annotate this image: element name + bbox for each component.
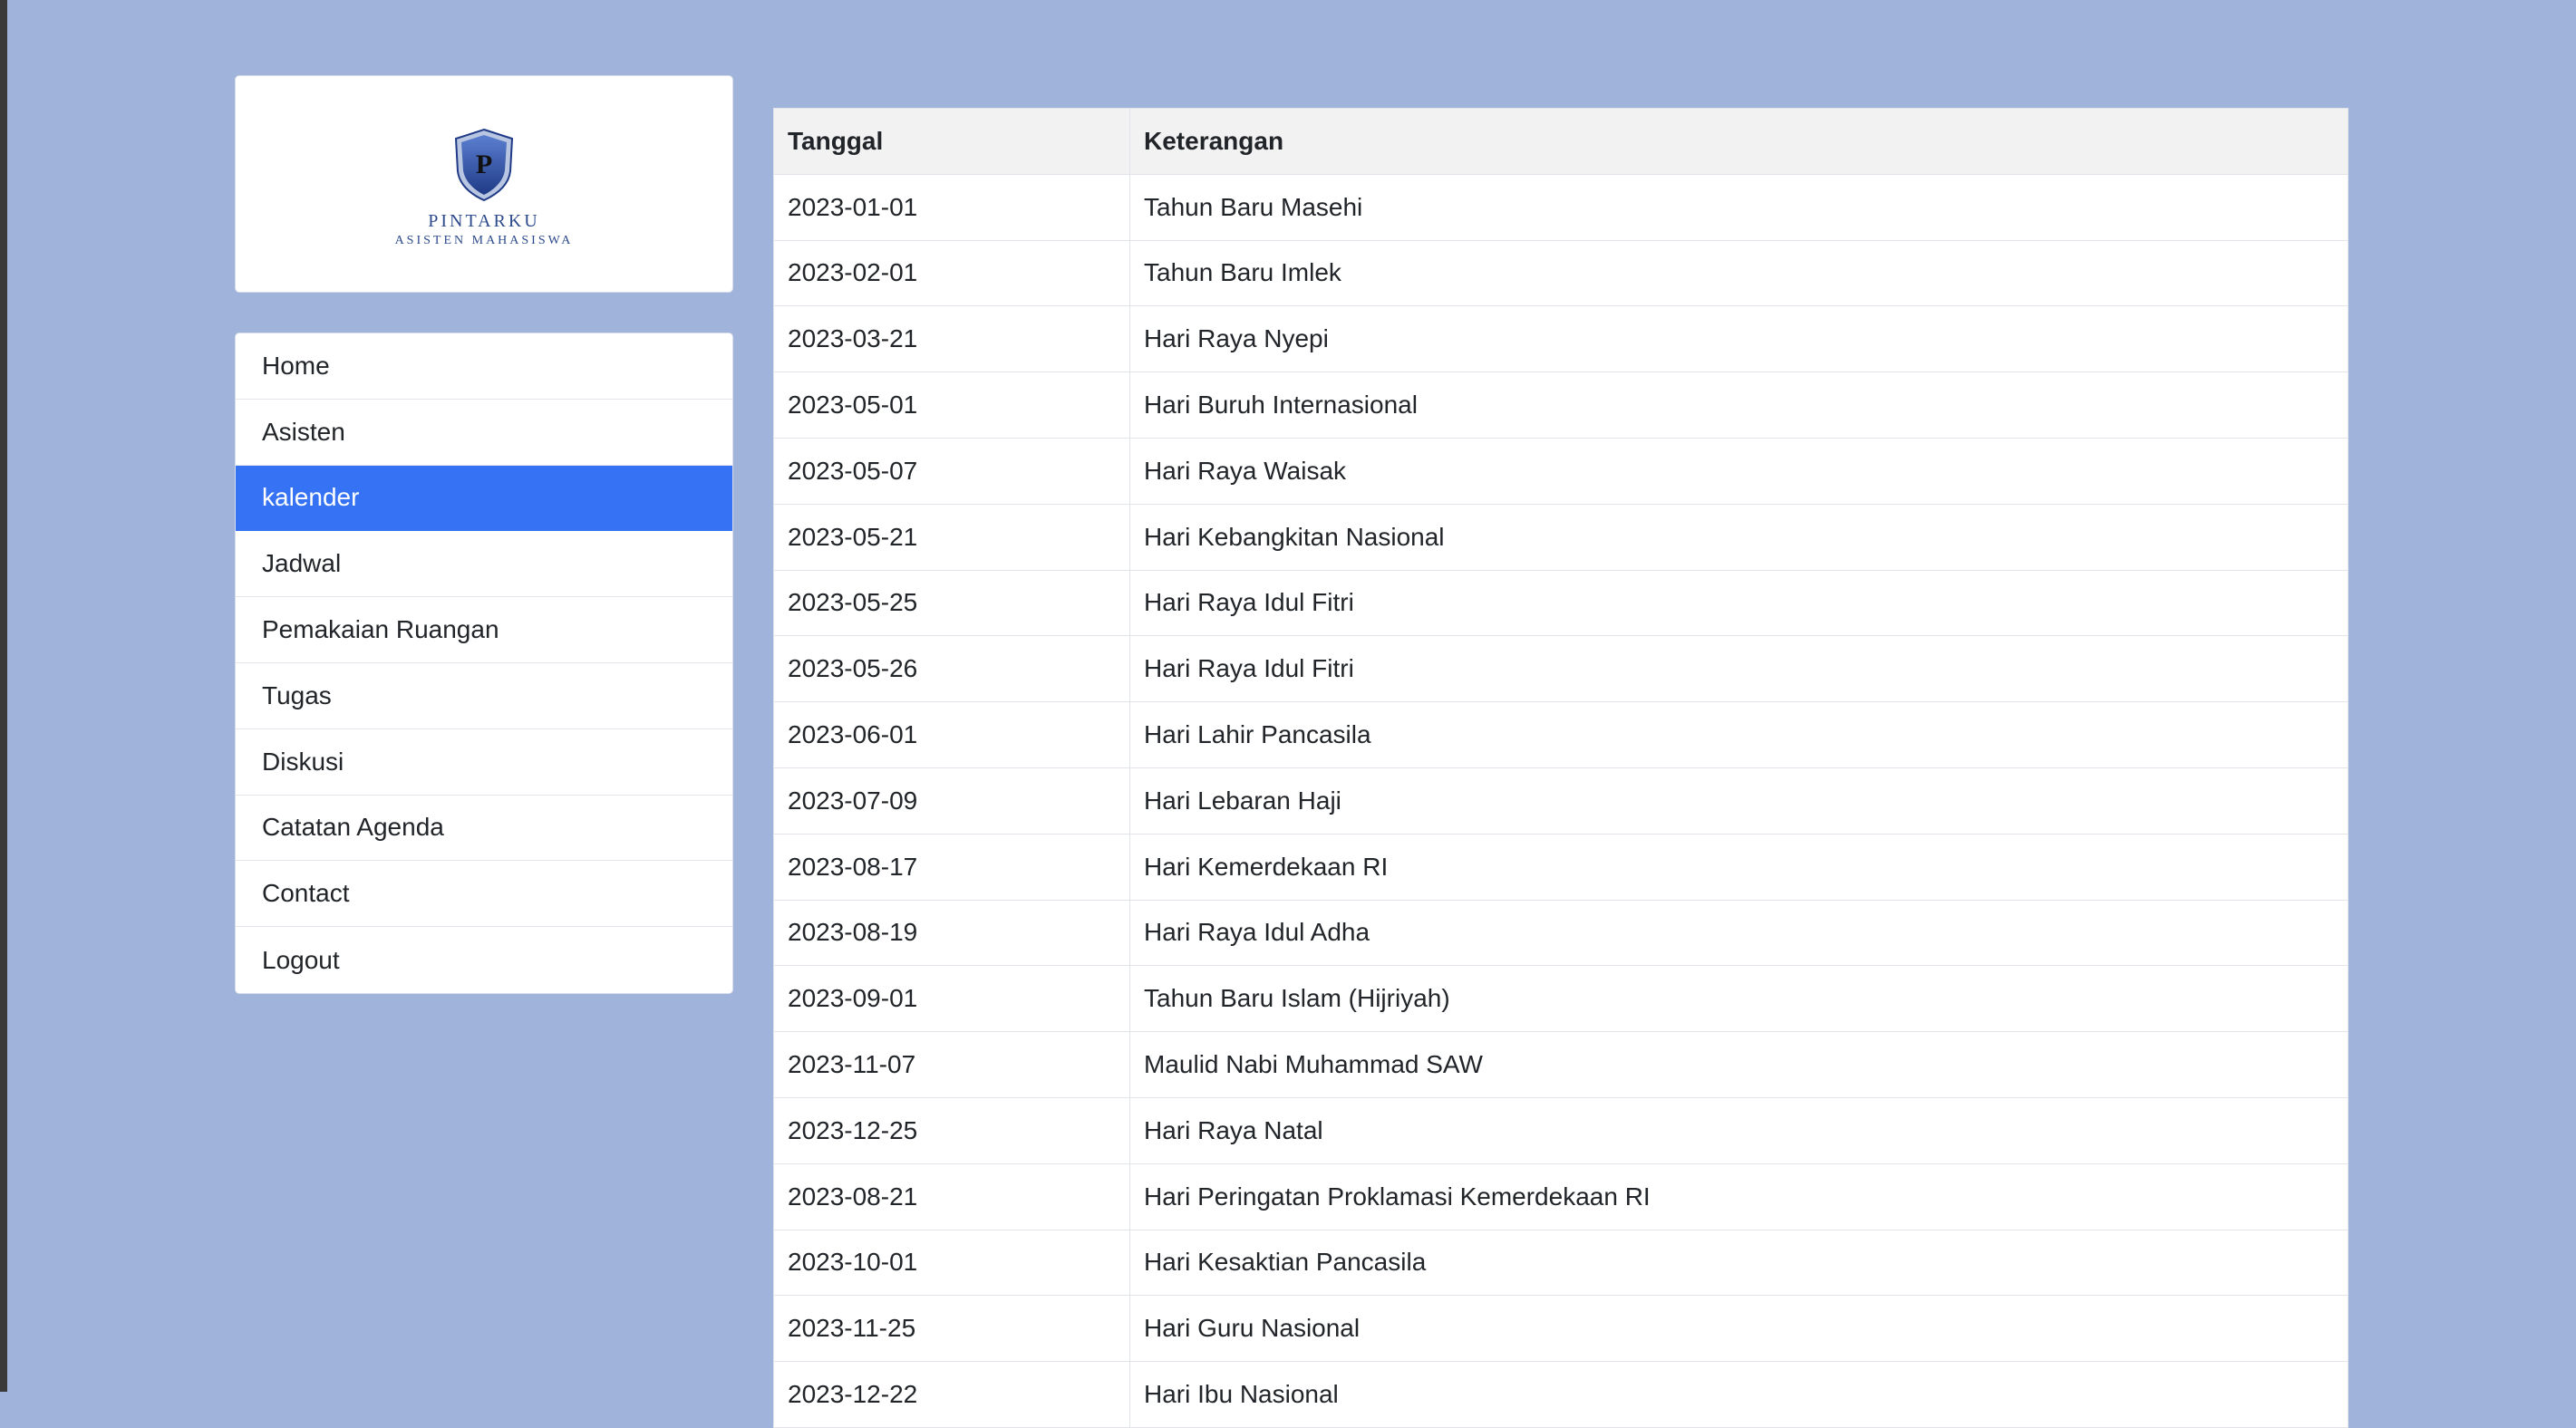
table-row: 2023-05-25 Hari Raya Idul Fitri <box>773 569 2348 637</box>
cell-description: Maulid Nabi Muhammad SAW <box>1129 1031 2348 1098</box>
sidebar-item-pemakaian-ruangan[interactable]: Pemakaian Ruangan <box>236 597 732 663</box>
cell-date: 2023-11-25 <box>773 1295 1130 1363</box>
sidebar-item-home[interactable]: Home <box>236 333 732 400</box>
table-row: 2023-07-09 Hari Lebaran Haji <box>773 767 2348 835</box>
brand-name: PINTARKU <box>428 210 540 231</box>
cell-description: Hari Raya Waisak <box>1129 437 2348 505</box>
cell-date: 2023-05-07 <box>773 437 1130 505</box>
cell-date: 2023-09-01 <box>773 965 1130 1033</box>
table-row: 2023-11-07 Maulid Nabi Muhammad SAW <box>773 1031 2348 1098</box>
logo-initial: P <box>476 150 492 179</box>
cell-description: Tahun Baru Islam (Hijriyah) <box>1129 965 2348 1033</box>
cell-description: Hari Raya Nyepi <box>1129 305 2348 373</box>
table-row: 2023-06-01 Hari Lahir Pancasila <box>773 701 2348 768</box>
cell-description: Hari Raya Natal <box>1129 1096 2348 1164</box>
cell-date: 2023-06-01 <box>773 701 1130 768</box>
table-row: 2023-11-25 Hari Guru Nasional <box>773 1295 2348 1363</box>
table-row: 2023-08-21 Hari Peringatan Proklamasi Kem… <box>773 1163 2348 1230</box>
table-row: 2023-03-21 Hari Raya Nyepi <box>773 305 2348 373</box>
sidebar-item-diskusi[interactable]: Diskusi <box>236 728 732 796</box>
table-row: 2023-09-01 Tahun Baru Islam (Hijriyah) <box>773 965 2348 1033</box>
calendar-table-container: Tanggal Keterangan 2023-01-01 Tahun Baru … <box>773 108 2348 1428</box>
cell-description: Hari Kemerdekaan RI <box>1129 833 2348 901</box>
cell-date: 2023-05-21 <box>773 503 1130 571</box>
logo-card: P PINTARKU ASISTEN MAHASISWA <box>235 75 733 293</box>
cell-date: 2023-01-01 <box>773 173 1130 241</box>
table-row: 2023-08-17 Hari Kemerdekaan RI <box>773 833 2348 901</box>
table-row: 2023-01-01 Tahun Baru Masehi <box>773 173 2348 241</box>
cell-description: Hari Lebaran Haji <box>1129 767 2348 835</box>
cell-description: Hari Raya Idul Fitri <box>1129 635 2348 703</box>
cell-description: Hari Lahir Pancasila <box>1129 701 2348 768</box>
table-row: 2023-05-01 Hari Buruh Internasional <box>773 371 2348 439</box>
window-left-edge <box>0 0 7 1392</box>
cell-description: Hari Buruh Internasional <box>1129 371 2348 439</box>
cell-description: Hari Ibu Nasional <box>1129 1361 2348 1428</box>
sidebar: P PINTARKU ASISTEN MAHASISWA Home Asisten… <box>235 75 733 994</box>
column-header-keterangan: Keterangan <box>1129 108 2348 175</box>
cell-description: Hari Kebangkitan Nasional <box>1129 503 2348 571</box>
cell-date: 2023-05-01 <box>773 371 1130 439</box>
cell-description: Tahun Baru Masehi <box>1129 173 2348 241</box>
cell-description: Hari Raya Idul Fitri <box>1129 569 2348 637</box>
sidebar-item-jadwal[interactable]: Jadwal <box>236 531 732 598</box>
sidebar-item-contact[interactable]: Contact <box>236 861 732 928</box>
table-row: 2023-08-19 Hari Raya Idul Adha <box>773 899 2348 967</box>
table-row: 2023-05-26 Hari Raya Idul Fitri <box>773 635 2348 703</box>
cell-description: Hari Raya Idul Adha <box>1129 899 2348 967</box>
shield-logo-icon: P <box>454 128 514 201</box>
cell-date: 2023-11-07 <box>773 1031 1130 1098</box>
table-row: 2023-02-01 Tahun Baru Imlek <box>773 239 2348 307</box>
cell-description: Tahun Baru Imlek <box>1129 239 2348 307</box>
cell-description: Hari Guru Nasional <box>1129 1295 2348 1363</box>
cell-date: 2023-12-22 <box>773 1361 1130 1428</box>
sidebar-item-kalender[interactable]: kalender <box>236 465 732 532</box>
sidebar-item-catatan-agenda[interactable]: Catatan Agenda <box>236 795 732 862</box>
cell-date: 2023-07-09 <box>773 767 1130 835</box>
cell-description: Hari Kesaktian Pancasila <box>1129 1229 2348 1297</box>
cell-date: 2023-12-25 <box>773 1096 1130 1164</box>
table-row: 2023-05-21 Hari Kebangkitan Nasional <box>773 503 2348 571</box>
table-header-row: Tanggal Keterangan <box>773 108 2348 175</box>
table-row: 2023-12-25 Hari Raya Natal <box>773 1096 2348 1164</box>
sidebar-nav: Home Asisten kalender Jadwal Pemakaian Ruang… <box>235 333 733 994</box>
cell-date: 2023-08-21 <box>773 1163 1130 1230</box>
table-row: 2023-05-07 Hari Raya Waisak <box>773 437 2348 505</box>
holiday-table: Tanggal Keterangan 2023-01-01 Tahun Baru … <box>773 108 2348 1428</box>
cell-date: 2023-05-25 <box>773 569 1130 637</box>
column-header-tanggal: Tanggal <box>773 108 1130 175</box>
table-row: 2023-12-22 Hari Ibu Nasional <box>773 1361 2348 1428</box>
cell-date: 2023-08-17 <box>773 833 1130 901</box>
cell-date: 2023-08-19 <box>773 899 1130 967</box>
brand-tagline: ASISTEN MAHASISWA <box>394 233 574 247</box>
table-row: 2023-10-01 Hari Kesaktian Pancasila <box>773 1229 2348 1297</box>
sidebar-item-tugas[interactable]: Tugas <box>236 662 732 729</box>
cell-description: Hari Peringatan Proklamasi Kemerdekaan R… <box>1129 1163 2348 1230</box>
cell-date: 2023-02-01 <box>773 239 1130 307</box>
cell-date: 2023-10-01 <box>773 1229 1130 1297</box>
cell-date: 2023-05-26 <box>773 635 1130 703</box>
sidebar-item-logout[interactable]: Logout <box>236 927 732 993</box>
cell-date: 2023-03-21 <box>773 305 1130 373</box>
sidebar-item-asisten[interactable]: Asisten <box>236 399 732 466</box>
